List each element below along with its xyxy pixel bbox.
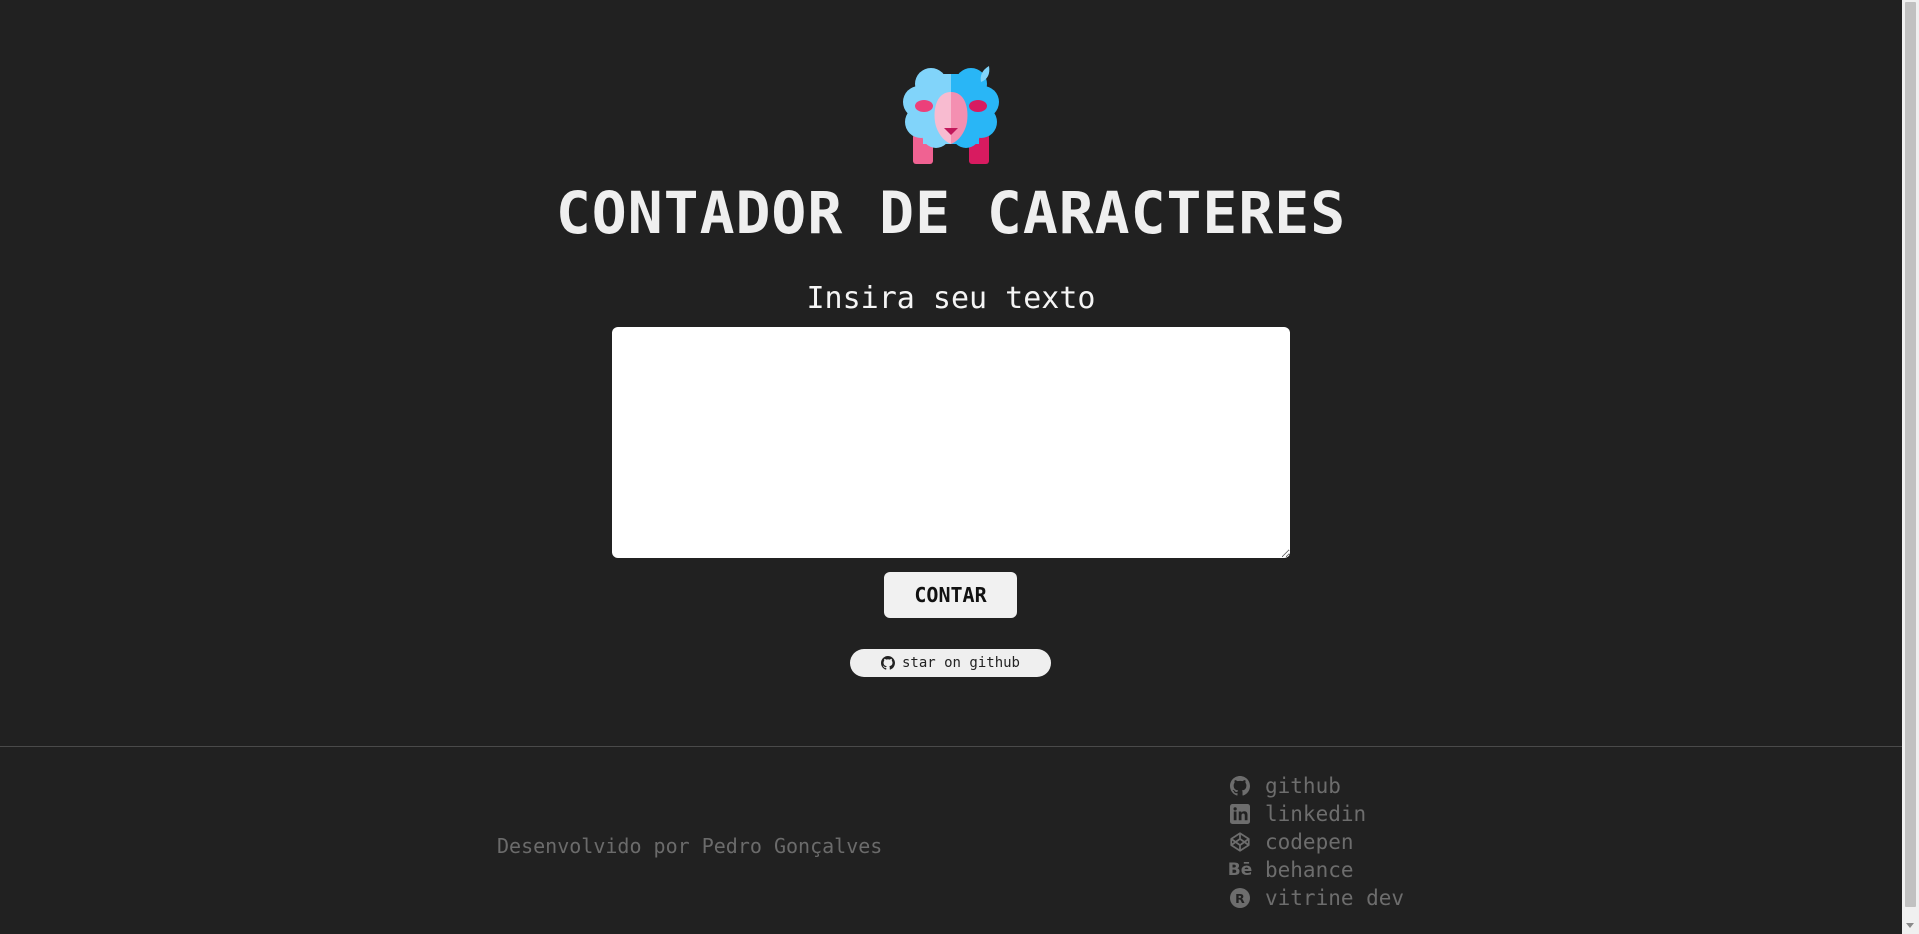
page-title: CONTADOR DE CARACTERES	[555, 179, 1347, 247]
github-icon	[880, 656, 895, 670]
linkedin-icon	[1229, 803, 1251, 825]
vitrine-icon: R	[1229, 887, 1251, 909]
codepen-icon	[1229, 831, 1251, 853]
social-link-vitrine-dev[interactable]: R vitrine dev	[1229, 884, 1404, 912]
scroll-down-icon[interactable]	[1906, 923, 1914, 928]
scrollbar-thumb[interactable]	[1905, 2, 1916, 907]
social-link-label: github	[1265, 774, 1341, 798]
social-link-label: behance	[1265, 858, 1354, 882]
social-link-label: codepen	[1265, 830, 1354, 854]
footer-divider	[0, 746, 1902, 747]
social-link-label: linkedin	[1265, 802, 1367, 826]
text-input[interactable]	[612, 327, 1290, 558]
social-link-linkedin[interactable]: linkedin	[1229, 800, 1404, 828]
star-on-github-button[interactable]: star on github	[850, 649, 1051, 677]
social-link-github[interactable]: github	[1229, 772, 1404, 800]
footer-credit: Desenvolvido por Pedro Gonçalves	[497, 834, 883, 858]
svg-text:R: R	[1235, 891, 1245, 906]
social-link-codepen[interactable]: codepen	[1229, 828, 1404, 856]
social-links: github linkedin codepen Bē behance R vit…	[1227, 772, 1404, 912]
text-input-label: Insira seu texto	[806, 281, 1096, 316]
github-icon	[1229, 775, 1251, 797]
page-scrollbar[interactable]	[1902, 0, 1919, 934]
star-on-github-label: star on github	[901, 655, 1020, 671]
count-button[interactable]: CONTAR	[884, 572, 1017, 618]
behance-icon: Bē	[1227, 860, 1253, 880]
social-link-label: vitrine dev	[1265, 886, 1405, 910]
sheep-icon	[903, 66, 999, 164]
social-link-behance[interactable]: Bē behance	[1227, 856, 1404, 884]
